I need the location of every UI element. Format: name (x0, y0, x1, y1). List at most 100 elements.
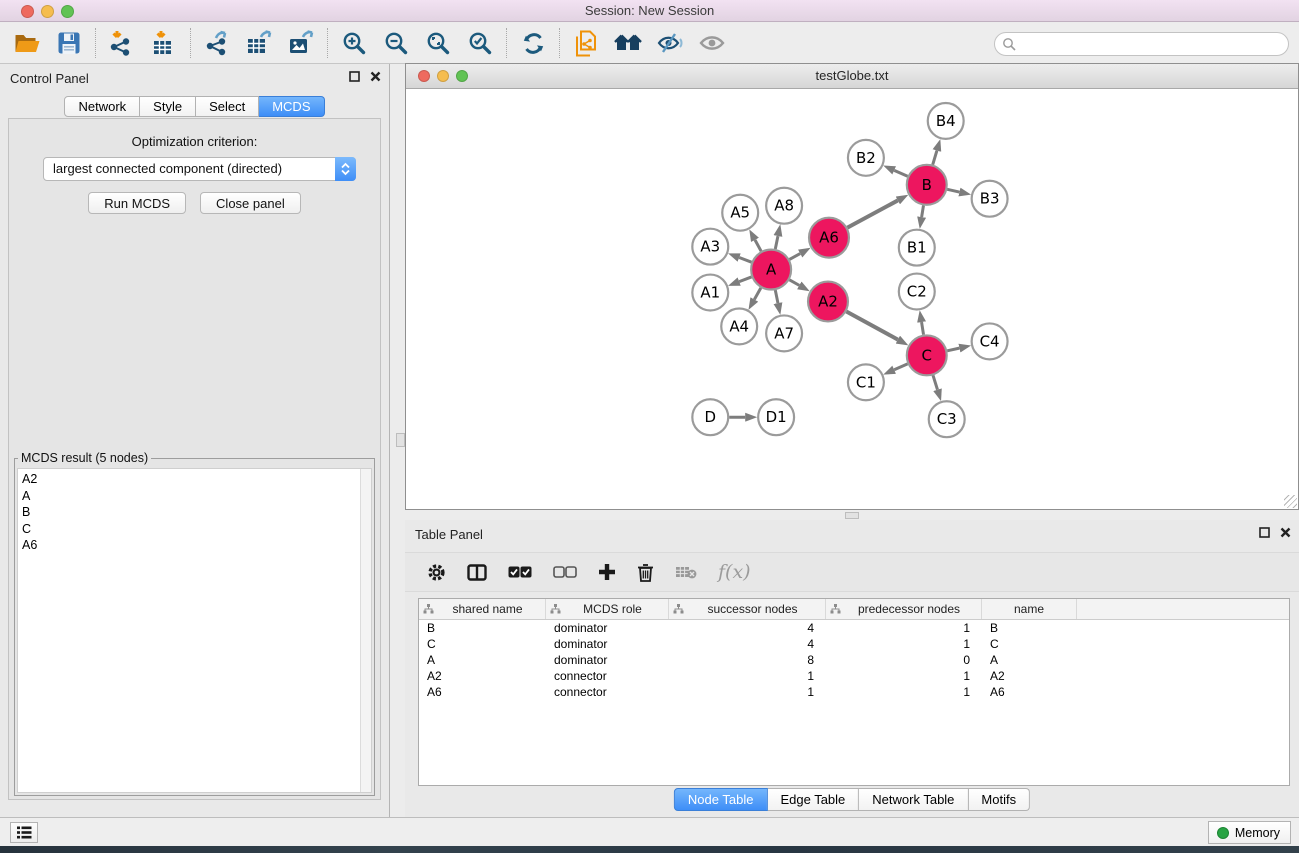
cell-mcds-role[interactable]: dominator (546, 652, 669, 668)
graph-edge-A-A3[interactable] (739, 258, 751, 263)
cell-name[interactable]: A6 (982, 684, 1077, 700)
splitpane-divider-grip[interactable] (845, 512, 859, 519)
cell-mcds-role[interactable]: dominator (546, 620, 669, 636)
graph-node-A5[interactable]: A5 (722, 195, 758, 231)
search-input[interactable] (1016, 34, 1288, 54)
zoom-fit-button[interactable] (417, 25, 459, 61)
column-header-mcds-role[interactable]: MCDS role (546, 599, 669, 619)
export-image-button[interactable] (280, 25, 322, 61)
window-resize-grip[interactable] (1284, 495, 1297, 508)
minimize-window-button[interactable] (41, 5, 54, 18)
graph-node-A3[interactable]: A3 (692, 229, 728, 265)
scrollbar-track[interactable] (360, 469, 371, 792)
table-options-button[interactable] (427, 563, 446, 582)
delete-table-button[interactable] (675, 565, 697, 579)
graph-node-D[interactable]: D (692, 399, 728, 435)
column-header-name[interactable]: name (982, 599, 1077, 619)
zoom-selected-button[interactable] (459, 25, 501, 61)
tab-select[interactable]: Select (196, 96, 259, 117)
tab-network[interactable]: Network (64, 96, 140, 117)
cell-name[interactable]: A (982, 652, 1077, 668)
table-row[interactable]: A dominator 8 0 A (419, 652, 1289, 668)
cell-shared-name[interactable]: B (419, 620, 546, 636)
close-panel-button[interactable]: Close panel (200, 192, 301, 214)
float-panel-icon[interactable] (349, 71, 360, 82)
search-field[interactable] (994, 32, 1289, 56)
graph-edge-A-A2[interactable] (789, 280, 799, 286)
graph-edge-C-C4[interactable] (947, 348, 959, 351)
graph-edge-C-C1[interactable] (894, 364, 907, 370)
column-header-successor-nodes[interactable]: successor nodes (669, 599, 826, 619)
graph-node-C1[interactable]: C1 (848, 364, 884, 400)
list-item[interactable]: C (18, 521, 371, 538)
cell-successor-nodes[interactable]: 4 (669, 636, 826, 652)
tab-mcds[interactable]: MCDS (259, 96, 324, 117)
network-overview-button[interactable] (607, 25, 649, 61)
open-file-button[interactable] (6, 25, 48, 61)
show-columns-button[interactable] (467, 564, 487, 581)
float-panel-icon[interactable] (1259, 527, 1270, 538)
unselect-all-columns-button[interactable] (553, 566, 577, 578)
tab-node-table[interactable]: Node Table (674, 788, 768, 811)
graph-edge-A-A8[interactable] (775, 236, 778, 249)
cell-shared-name[interactable]: A6 (419, 684, 546, 700)
network-canvas[interactable]: B4B2BB3A8A5A6A3B1AA1C2A2A4A7C4CC1C3DD1 (406, 90, 1298, 509)
graph-node-B4[interactable]: B4 (928, 103, 964, 139)
cell-predecessor-nodes[interactable]: 0 (826, 652, 982, 668)
cell-shared-name[interactable]: C (419, 636, 546, 652)
graph-edge-A-A5[interactable] (755, 240, 761, 251)
graph-node-C2[interactable]: C2 (899, 274, 935, 310)
zoom-in-button[interactable] (333, 25, 375, 61)
graph-node-A7[interactable]: A7 (766, 315, 802, 351)
export-table-button[interactable] (238, 25, 280, 61)
graph-node-B2[interactable]: B2 (848, 140, 884, 176)
close-window-button[interactable] (21, 5, 34, 18)
function-builder-button[interactable]: f(x) (718, 561, 751, 583)
graph-node-A8[interactable]: A8 (766, 188, 802, 224)
table-row[interactable]: C dominator 4 1 C (419, 636, 1289, 652)
graph-node-A[interactable]: A (751, 250, 791, 290)
graph-edge-B-B1[interactable] (922, 205, 924, 217)
tab-network-table[interactable]: Network Table (859, 788, 968, 811)
close-panel-icon[interactable] (370, 71, 381, 82)
network-window-titlebar[interactable]: testGlobe.txt (406, 64, 1298, 89)
save-session-button[interactable] (48, 25, 90, 61)
cell-mcds-role[interactable]: connector (546, 684, 669, 700)
create-column-button[interactable] (598, 563, 616, 581)
select-all-columns-button[interactable] (508, 566, 532, 578)
new-network-button[interactable] (565, 25, 607, 61)
cell-successor-nodes[interactable]: 1 (669, 684, 826, 700)
cell-shared-name[interactable]: A2 (419, 668, 546, 684)
graph-node-A4[interactable]: A4 (721, 308, 757, 344)
close-panel-icon[interactable] (1280, 527, 1291, 538)
cell-successor-nodes[interactable]: 4 (669, 620, 826, 636)
column-header-predecessor-nodes[interactable]: predecessor nodes (826, 599, 982, 619)
graph-edge-A-A4[interactable] (754, 288, 761, 300)
cell-name[interactable]: B (982, 620, 1077, 636)
table-row[interactable]: A6 connector 1 1 A6 (419, 684, 1289, 700)
minimize-network-window-button[interactable] (437, 70, 449, 82)
graph-node-A6[interactable]: A6 (809, 218, 849, 258)
graph-edge-C-C2[interactable] (922, 322, 924, 335)
cell-name[interactable]: C (982, 636, 1077, 652)
table-row[interactable]: B dominator 4 1 B (419, 620, 1289, 636)
hide-graphics-details-button[interactable] (649, 25, 691, 61)
cell-mcds-role[interactable]: dominator (546, 636, 669, 652)
show-task-history-button[interactable] (10, 822, 38, 843)
cell-successor-nodes[interactable]: 8 (669, 652, 826, 668)
graph-node-B1[interactable]: B1 (899, 230, 935, 266)
graph-edge-A-A7[interactable] (775, 290, 778, 303)
graph-edge-B-B2[interactable] (894, 170, 907, 176)
cell-predecessor-nodes[interactable]: 1 (826, 684, 982, 700)
graph-node-A1[interactable]: A1 (692, 275, 728, 311)
graph-node-B3[interactable]: B3 (972, 181, 1008, 217)
graph-node-A2[interactable]: A2 (808, 282, 848, 322)
graph-edge-A-A6[interactable] (789, 254, 800, 260)
close-network-window-button[interactable] (418, 70, 430, 82)
zoom-network-window-button[interactable] (456, 70, 468, 82)
graph-edge-A-A1[interactable] (739, 277, 751, 282)
cell-mcds-role[interactable]: connector (546, 668, 669, 684)
graph-node-C[interactable]: C (907, 335, 947, 375)
import-table-button[interactable] (143, 25, 185, 61)
graph-edge-B-B3[interactable] (947, 189, 959, 192)
